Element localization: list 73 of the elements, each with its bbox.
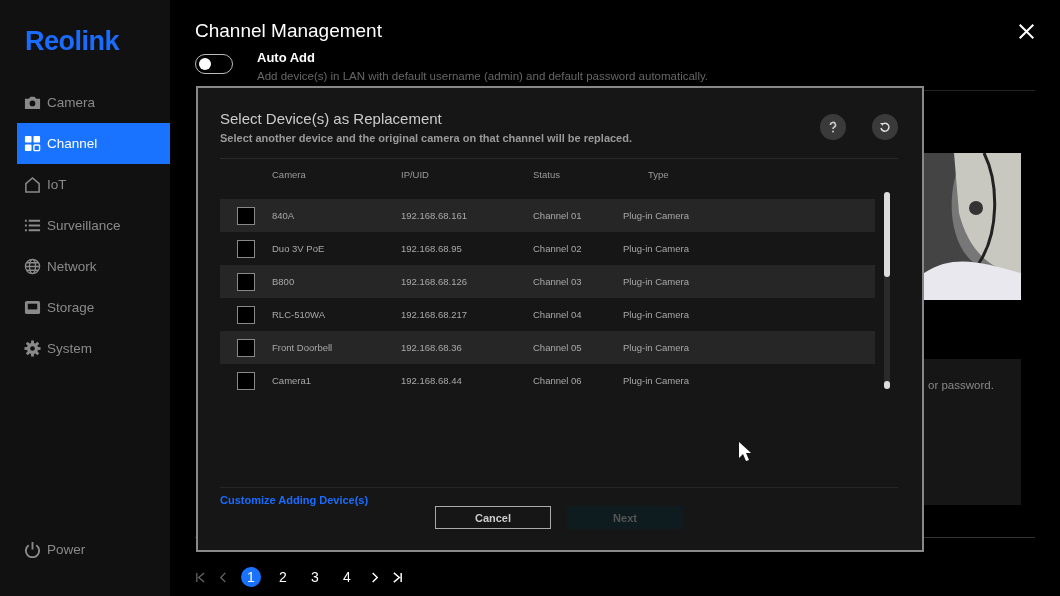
table-cell-text: Channel 04	[533, 309, 583, 320]
settings-icon	[24, 340, 41, 357]
table-cell-text: 192.168.68.95	[401, 243, 463, 254]
checkbox[interactable]	[237, 206, 255, 225]
sidebar-item[interactable]: IoT	[17, 164, 170, 205]
sidebar-item[interactable]: System	[17, 328, 170, 369]
table-cell-text: Channel 06	[533, 375, 583, 386]
checkbox[interactable]	[237, 239, 255, 258]
table-cell-text: Plug-in Camera	[623, 210, 690, 221]
page-number[interactable]: 3	[305, 567, 325, 587]
camera-icon	[24, 94, 41, 111]
table-cell-text: 192.168.68.36	[401, 342, 463, 353]
column-header: Status	[533, 168, 561, 180]
home-icon	[24, 176, 41, 193]
table-cell-text: Camera1	[272, 375, 313, 386]
cancel-button[interactable]: Cancel	[435, 506, 551, 529]
checkbox[interactable]	[237, 305, 255, 324]
hint-text: or password.	[928, 379, 994, 391]
checkbox[interactable]	[237, 371, 255, 390]
table-cell-text: Plug-in Camera	[623, 375, 690, 386]
table-cell-text: Channel 05	[533, 342, 583, 353]
table-cell-text: RLC-510WA	[272, 309, 326, 320]
auto-add-description: Add device(s) in LAN with default username (admin) and default password automatically.	[257, 70, 709, 82]
table-cell-text: Channel 02	[533, 243, 583, 254]
checkbox[interactable]	[237, 338, 255, 357]
column-header: Camera	[272, 168, 307, 180]
refresh-icon	[879, 121, 891, 133]
refresh-button[interactable]	[872, 114, 898, 140]
power-button[interactable]: Power	[17, 529, 170, 570]
help-button[interactable]	[820, 114, 846, 140]
table-cell-text: Channel 03	[533, 276, 583, 287]
sidebar-item[interactable]: Camera	[17, 82, 170, 123]
previous-page-icon[interactable]	[218, 571, 229, 583]
table-cell-text: B800	[272, 276, 296, 287]
page-title: Channel Management	[195, 20, 382, 42]
table-cell-text: Channel 01	[533, 210, 583, 221]
checkbox[interactable]	[237, 272, 255, 291]
column-header: Type	[647, 168, 670, 180]
last-page-icon[interactable]	[392, 571, 403, 583]
sidebar-item[interactable]: Network	[17, 246, 170, 287]
first-page-icon[interactable]	[195, 571, 206, 583]
logo: Reolink	[24, 25, 121, 58]
sidebar-item[interactable]: Storage	[17, 287, 170, 328]
table-cell-text: 840A	[272, 210, 296, 221]
table-cell-text: 192.168.68.217	[401, 309, 469, 320]
table-cell-text: Plug-in Camera	[623, 276, 690, 287]
next-page-icon[interactable]	[369, 571, 380, 583]
grid-icon	[24, 135, 41, 152]
page-number[interactable]: 2	[273, 567, 293, 587]
globe-icon	[24, 258, 41, 275]
mouse-pointer-icon	[738, 441, 752, 463]
table-cell-text: Duo 3V PoE	[272, 243, 326, 254]
table-cell-text: 192.168.68.126	[401, 276, 469, 287]
page-number[interactable]: 4	[337, 567, 357, 587]
list-icon	[24, 217, 41, 234]
auto-add-label: Auto Add	[257, 50, 316, 65]
close-icon[interactable]	[1018, 22, 1035, 40]
table-cell-text: Front Doorbell	[272, 342, 334, 353]
dialog-title: Select Device(s) as Replacement	[220, 110, 443, 127]
column-header: IP/UID	[401, 168, 430, 180]
table-cell-text: Plug-in Camera	[623, 309, 690, 320]
table-cell-text: Plug-in Camera	[623, 342, 690, 353]
help-icon	[827, 121, 839, 133]
scrollbar[interactable]	[884, 192, 890, 389]
power-icon	[24, 541, 41, 558]
customize-link[interactable]: Customize Adding Device(s)	[220, 494, 369, 506]
sidebar-item[interactable]: Surveillance	[17, 205, 170, 246]
table-cell-text: 192.168.68.161	[401, 210, 469, 221]
table-cell-text: Plug-in Camera	[623, 243, 690, 254]
page-number[interactable]: 1	[241, 567, 261, 587]
sidebar-item[interactable]: Channel	[17, 123, 170, 164]
table-cell-text: 192.168.68.44	[401, 375, 463, 386]
dialog-subtitle: Select another device and the original camera on that channel will be replaced.	[220, 132, 632, 144]
